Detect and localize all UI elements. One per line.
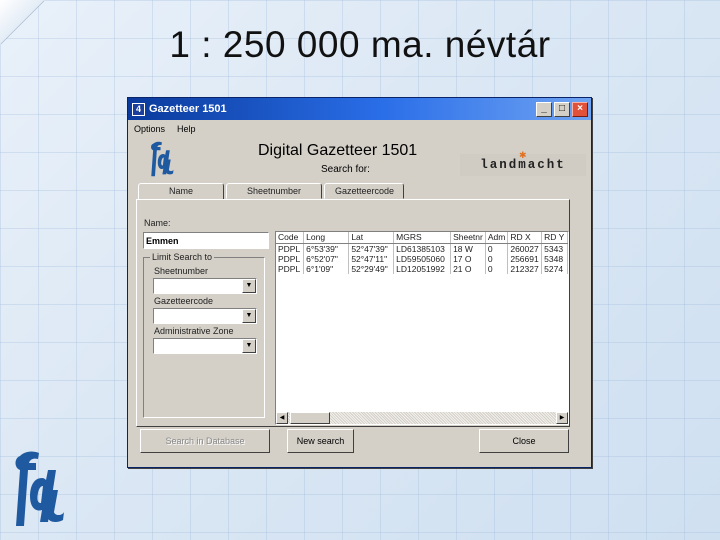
column-header[interactable]: Lat bbox=[348, 232, 395, 244]
menu-bar: Options Help bbox=[128, 120, 591, 137]
table-cell: 212327 bbox=[507, 263, 543, 274]
table-cell: 260027 bbox=[507, 243, 543, 254]
name-label: Name: bbox=[144, 218, 171, 228]
table-cell: 17 O bbox=[450, 253, 486, 264]
table-row[interactable]: PDPL 6°53'39" 52°47'39" LD61385103 18 W … bbox=[276, 243, 568, 254]
window-titlebar[interactable]: 4 Gazetteer 1501 _ □ × bbox=[128, 98, 591, 120]
limit-search-group: Limit Search to Sheetnumber ▼ Gazetteerc… bbox=[143, 252, 265, 418]
search-tabs: Name Sheetnumber Gazetteercode bbox=[138, 183, 406, 200]
results-grid[interactable]: Code Long Lat MGRS Sheetnr Adm RD X RD Y… bbox=[275, 231, 569, 425]
menu-help[interactable]: Help bbox=[177, 124, 196, 134]
tab-sheetnumber[interactable]: Sheetnumber bbox=[226, 183, 322, 199]
tab-name[interactable]: Name bbox=[138, 183, 224, 200]
fdg-small-logo-icon bbox=[151, 141, 174, 177]
column-header[interactable]: Code bbox=[276, 232, 305, 244]
maximize-button[interactable]: □ bbox=[554, 101, 570, 117]
limit-search-label: Limit Search to bbox=[150, 252, 215, 262]
menu-options[interactable]: Options bbox=[134, 124, 165, 134]
table-cell: 5274 bbox=[541, 263, 568, 274]
table-cell: 0 bbox=[485, 263, 509, 274]
table-cell: 6°1'09" bbox=[303, 263, 350, 274]
column-header[interactable]: Sheetnr bbox=[450, 232, 486, 244]
column-header[interactable]: Adm bbox=[485, 232, 509, 244]
name-input[interactable]: Emmen bbox=[143, 232, 269, 249]
table-cell: 52°47'39" bbox=[348, 243, 395, 254]
chevron-down-icon[interactable]: ▼ bbox=[242, 279, 256, 293]
table-cell: 5343 bbox=[541, 243, 568, 254]
app-icon: 4 bbox=[132, 102, 145, 116]
minimize-button[interactable]: _ bbox=[536, 101, 552, 117]
chevron-down-icon[interactable]: ▼ bbox=[242, 339, 256, 353]
table-cell: 18 W bbox=[450, 243, 486, 254]
horizontal-scrollbar[interactable]: ◀ ▶ bbox=[276, 412, 568, 424]
table-cell: 0 bbox=[485, 243, 509, 254]
table-cell: 256691 bbox=[507, 253, 543, 264]
search-for-label: Search for: bbox=[321, 164, 370, 175]
close-window-button[interactable]: × bbox=[572, 101, 588, 117]
brand-star-icon: ✱ bbox=[519, 150, 527, 160]
table-cell: 21 O bbox=[450, 263, 486, 274]
close-button[interactable]: Close bbox=[479, 429, 569, 453]
table-cell: PDPL bbox=[276, 243, 305, 254]
chevron-down-icon[interactable]: ▼ bbox=[242, 309, 256, 323]
window-title: Gazetteer 1501 bbox=[149, 103, 227, 115]
gazetteer-window: 4 Gazetteer 1501 _ □ × Options Help Digi… bbox=[127, 97, 592, 468]
admin-zone-label: Administrative Zone bbox=[154, 326, 234, 336]
gazetteercode-label: Gazetteercode bbox=[154, 296, 214, 306]
search-database-button[interactable]: Search in Database bbox=[140, 429, 270, 453]
table-cell: LD61385103 bbox=[393, 243, 452, 254]
table-row[interactable]: PDPL 6°52'07" 52°47'11" LD59505060 17 O … bbox=[276, 253, 568, 264]
column-header[interactable]: RD Y bbox=[541, 232, 568, 244]
table-cell: PDPL bbox=[276, 263, 305, 274]
table-cell: 5348 bbox=[541, 253, 568, 264]
column-header[interactable]: MGRS bbox=[393, 232, 452, 244]
slide-title: 1 : 250 000 ma. névtár bbox=[169, 24, 551, 65]
sheetnumber-label: Sheetnumber bbox=[154, 266, 209, 276]
column-header[interactable]: Long bbox=[303, 232, 350, 244]
sheetnumber-select[interactable]: ▼ bbox=[153, 278, 257, 294]
fdg-logo-icon bbox=[15, 451, 64, 526]
scrollbar-thumb[interactable] bbox=[290, 412, 330, 424]
app-heading: Digital Gazetteer 1501 bbox=[258, 142, 418, 159]
table-row[interactable]: PDPL 6°1'09" 52°29'49" LD12051992 21 O 0… bbox=[276, 263, 568, 274]
new-search-button[interactable]: New search bbox=[287, 429, 354, 453]
table-cell: 52°29'49" bbox=[348, 263, 395, 274]
scroll-right-icon[interactable]: ▶ bbox=[556, 412, 568, 424]
admin-zone-select[interactable]: ▼ bbox=[153, 338, 257, 354]
results-table: Code Long Lat MGRS Sheetnr Adm RD X RD Y… bbox=[276, 232, 568, 274]
table-cell: 0 bbox=[485, 253, 509, 264]
table-cell: 6°52'07" bbox=[303, 253, 350, 264]
tab-gazetteercode[interactable]: Gazetteercode bbox=[324, 183, 404, 199]
results-header-row: Code Long Lat MGRS Sheetnr Adm RD X RD Y bbox=[276, 232, 568, 244]
table-cell: PDPL bbox=[276, 253, 305, 264]
table-cell: 6°53'39" bbox=[303, 243, 350, 254]
table-cell: 52°47'11" bbox=[348, 253, 395, 264]
table-cell: LD12051992 bbox=[393, 263, 452, 274]
table-cell: LD59505060 bbox=[393, 253, 452, 264]
gazetteercode-select[interactable]: ▼ bbox=[153, 308, 257, 324]
scroll-left-icon[interactable]: ◀ bbox=[276, 412, 288, 424]
name-tab-panel: Name: Emmen Limit Search to Sheetnumber … bbox=[136, 199, 570, 427]
column-header[interactable]: RD X bbox=[507, 232, 543, 244]
